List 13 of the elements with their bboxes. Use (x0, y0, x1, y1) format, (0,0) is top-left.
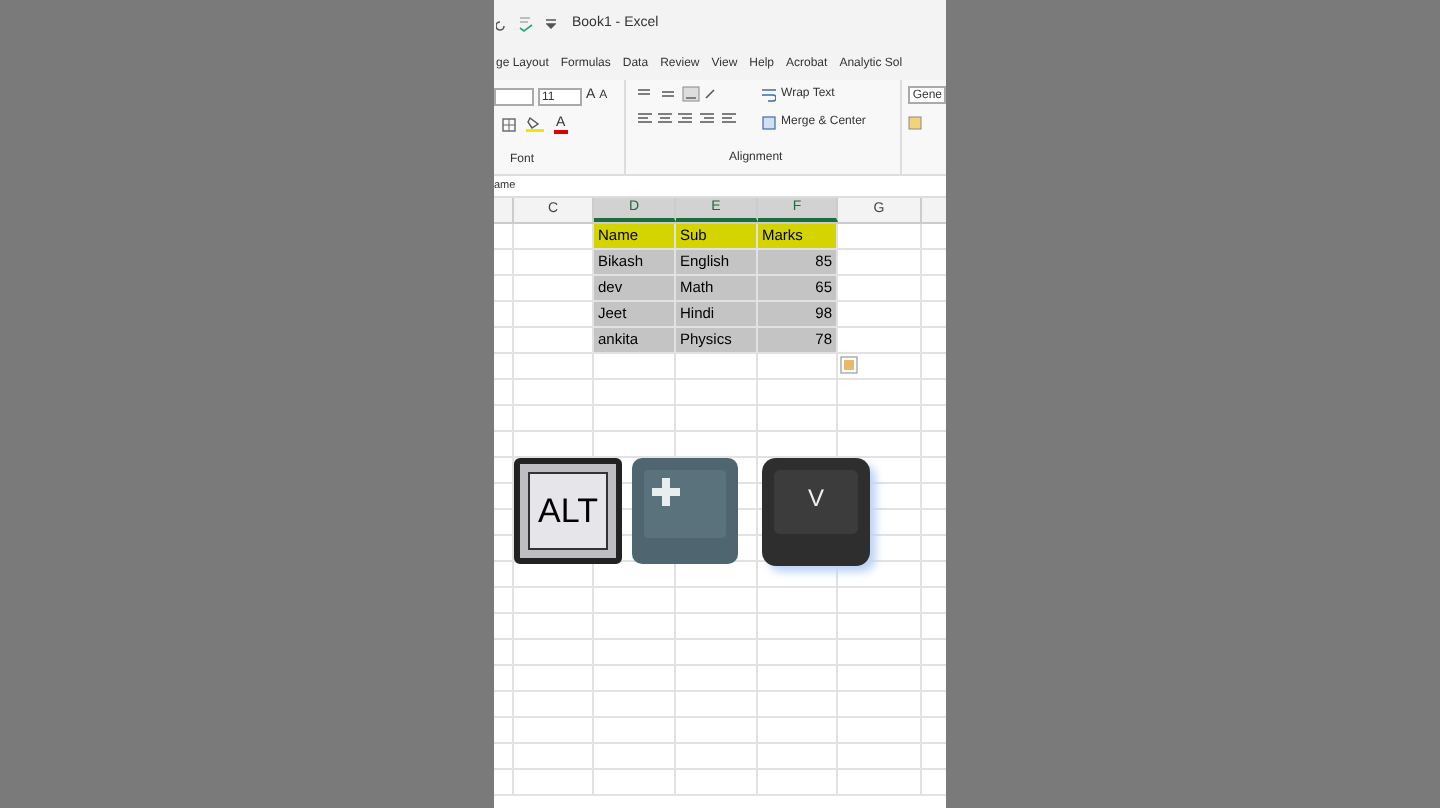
merge-icon[interactable] (761, 116, 776, 130)
conditional-format-icon[interactable] (908, 116, 923, 130)
font-name-field[interactable] (494, 87, 534, 106)
customize-icon[interactable] (546, 18, 556, 30)
spelling-icon[interactable] (518, 16, 534, 32)
align-top-icon[interactable] (637, 86, 718, 102)
v-key: V (762, 458, 870, 566)
plus-icon (652, 478, 680, 506)
borders-icon[interactable] (502, 117, 516, 131)
wrap-text-icon[interactable] (761, 88, 776, 102)
alt-key: ALT (514, 458, 622, 564)
fill-color-icon[interactable] (526, 116, 544, 132)
redo-icon[interactable] (496, 17, 506, 31)
